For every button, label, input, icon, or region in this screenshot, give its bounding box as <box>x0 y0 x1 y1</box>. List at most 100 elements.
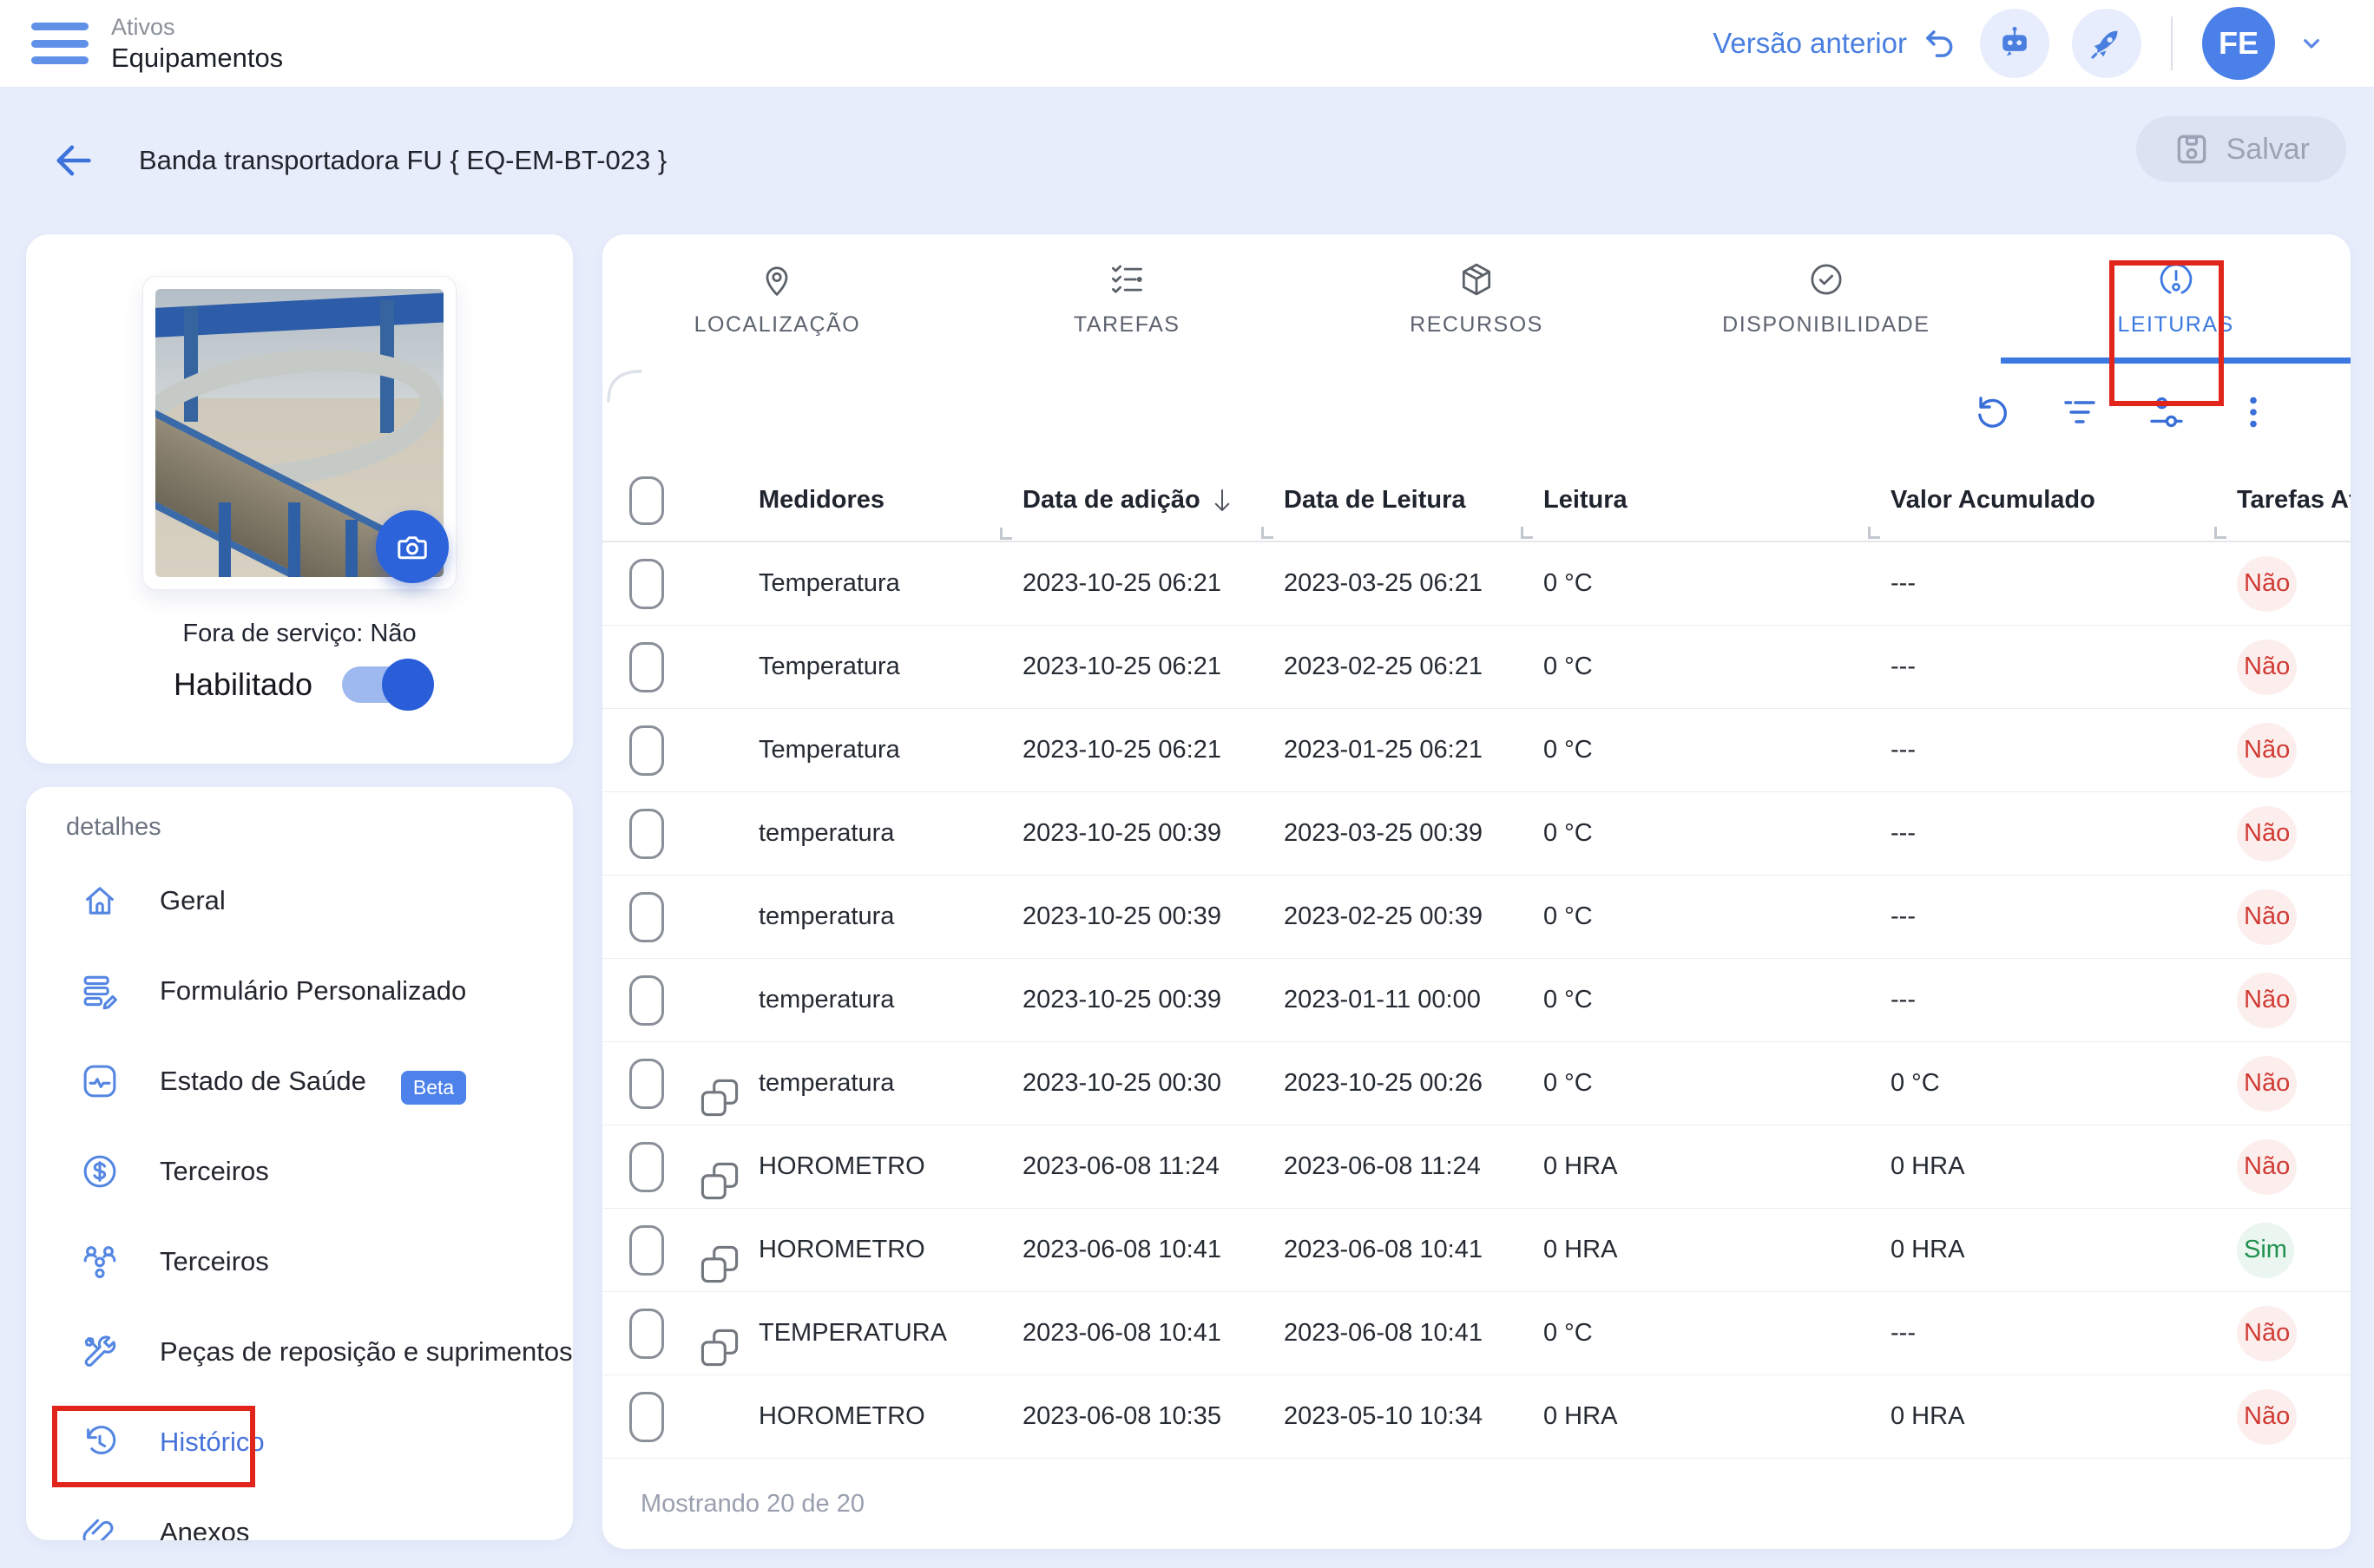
column-resize-handle[interactable] <box>1000 527 1012 540</box>
linked-meter-icon <box>698 1243 759 1286</box>
package-icon <box>1457 260 1496 299</box>
sidebar-item-pecas-de-reposicao[interactable]: Peças de reposição e suprimentos <box>26 1307 573 1397</box>
table-row[interactable]: Temperatura 2023-10-25 06:21 2023-03-25 06… <box>602 542 2351 626</box>
toggle-knob <box>382 659 435 711</box>
robot-icon <box>1995 23 2035 63</box>
table-footer: Mostrando 20 de 20 <box>602 1459 2351 1549</box>
tab-leituras[interactable]: LEITURAS <box>2001 234 2351 364</box>
health-icon <box>80 1061 120 1101</box>
top-bar: Ativos Equipamentos Versão anterior FE <box>0 0 2374 87</box>
divider <box>2171 16 2173 70</box>
sidebar-item-geral[interactable]: Geral <box>26 856 573 946</box>
linked-meter-icon <box>698 1076 759 1119</box>
linked-meter-icon <box>698 1326 759 1369</box>
column-header-tarefas[interactable]: Tarefas At <box>2214 486 2351 539</box>
asset-header-row: Banda transportadora FU { EQ-EM-BT-023 }… <box>0 87 2374 234</box>
table-row[interactable]: temperatura 2023-10-25 00:39 2023-01-11 00… <box>602 959 2351 1042</box>
sidebar-item-financeiro[interactable]: Terceiros <box>26 1126 573 1217</box>
row-checkbox[interactable] <box>629 725 664 776</box>
tab-tarefas[interactable]: TAREFAS <box>952 234 1302 364</box>
out-of-service-status: Fora de serviço: Não <box>182 620 417 647</box>
tab-disponibilidade[interactable]: DISPONIBILIDADE <box>1651 234 2001 364</box>
assistant-button[interactable] <box>1980 9 2049 78</box>
table-row[interactable]: temperatura 2023-10-25 00:39 2023-02-25 00… <box>602 876 2351 959</box>
check-circle-icon <box>1807 260 1845 299</box>
tab-recursos[interactable]: RECURSOS <box>1302 234 1652 364</box>
sidebar-item-estado-de-saude[interactable]: Estado de Saúde Beta <box>26 1036 573 1126</box>
sort-arrow-down-icon <box>1209 486 1235 515</box>
table-row[interactable]: HOROMETRO 2023-06-08 10:41 2023-06-08 10:4… <box>602 1209 2351 1292</box>
gauge-icon <box>2157 260 2195 299</box>
previous-version-link[interactable]: Versão anterior <box>1713 25 1957 62</box>
column-header-medidores[interactable]: Medidores <box>759 486 1023 515</box>
table-row[interactable]: HOROMETRO 2023-06-08 10:35 2023-05-10 10:3… <box>602 1375 2351 1459</box>
status-badge: Não <box>2237 889 2298 945</box>
column-resize-handle[interactable] <box>1868 527 1880 539</box>
hamburger-menu-icon[interactable] <box>31 21 89 66</box>
row-checkbox[interactable] <box>629 1058 664 1109</box>
sidebar-item-formulario-personalizado[interactable]: Formulário Personalizado <box>26 946 573 1036</box>
table-row[interactable]: temperatura 2023-10-25 00:39 2023-03-25 00… <box>602 792 2351 876</box>
status-badge: Não <box>2237 1388 2298 1445</box>
asset-detail-card: LOCALIZAÇÃO TAREFAS RECURSOS DISPONIBILI… <box>602 234 2351 1549</box>
status-badge: Não <box>2237 1138 2298 1195</box>
status-badge: Não <box>2237 639 2298 695</box>
kebab-menu-icon[interactable] <box>2233 391 2274 433</box>
save-button[interactable]: Salvar <box>2135 116 2346 182</box>
whats-new-button[interactable] <box>2072 9 2141 78</box>
table-row[interactable]: Temperatura 2023-10-25 06:21 2023-01-25 06… <box>602 709 2351 792</box>
sidebar-item-terceiros[interactable]: Terceiros <box>26 1217 573 1307</box>
chevron-down-icon[interactable] <box>2298 30 2325 57</box>
row-checkbox[interactable] <box>629 808 664 859</box>
asset-title: Banda transportadora FU { EQ-EM-BT-023 } <box>139 145 667 175</box>
back-button[interactable] <box>50 138 95 183</box>
enabled-toggle[interactable] <box>342 659 435 711</box>
column-resize-handle[interactable] <box>1261 527 1273 539</box>
history-icon <box>80 1422 120 1462</box>
change-photo-button[interactable] <box>376 510 449 583</box>
row-checkbox[interactable] <box>629 891 664 942</box>
enabled-label: Habilitado <box>173 666 313 702</box>
status-badge: Não <box>2237 972 2298 1028</box>
status-badge: Sim <box>2237 1222 2294 1278</box>
table-body: Temperatura 2023-10-25 06:21 2023-03-25 06… <box>602 542 2351 1459</box>
column-header-data-leitura[interactable]: Data de Leitura <box>1261 486 1543 539</box>
menu-section-label: detalhes <box>66 813 161 841</box>
sidebar-item-historico[interactable]: Histórico <box>26 1397 573 1487</box>
tab-localizacao[interactable]: LOCALIZAÇÃO <box>602 234 952 364</box>
select-all-checkbox[interactable] <box>629 476 664 525</box>
beta-badge: Beta <box>400 1070 467 1105</box>
column-header-valor-acumulado[interactable]: Valor Acumulado <box>1868 486 2237 539</box>
column-header-leitura[interactable]: Leitura <box>1521 486 1891 539</box>
row-checkbox[interactable] <box>629 1224 664 1276</box>
row-checkbox[interactable] <box>629 974 664 1026</box>
people-icon <box>80 1242 120 1282</box>
column-resize-handle[interactable] <box>2214 527 2226 539</box>
row-checkbox[interactable] <box>629 1308 664 1359</box>
sidebar-item-anexos[interactable]: Anexos <box>26 1487 573 1540</box>
status-badge: Não <box>2237 555 2298 612</box>
form-icon <box>80 971 120 1011</box>
table-row[interactable]: HOROMETRO 2023-06-08 11:24 2023-06-08 11:2… <box>602 1125 2351 1209</box>
refresh-icon[interactable] <box>1972 391 2014 433</box>
row-checkbox[interactable] <box>629 558 664 609</box>
status-badge: Não <box>2237 805 2298 862</box>
filter-icon[interactable] <box>2059 391 2101 433</box>
column-resize-handle[interactable] <box>1521 527 1533 539</box>
avatar[interactable]: FE <box>2202 7 2275 80</box>
floppy-icon <box>2173 130 2211 168</box>
table-row[interactable]: Temperatura 2023-10-25 06:21 2023-02-25 06… <box>602 626 2351 709</box>
row-checkbox[interactable] <box>629 1391 664 1442</box>
row-checkbox[interactable] <box>629 1141 664 1192</box>
camera-icon <box>394 528 431 565</box>
column-header-data-adicao[interactable]: Data de adição <box>1000 486 1284 540</box>
home-icon <box>80 881 120 921</box>
table-row[interactable]: TEMPERATURA 2023-06-08 10:41 2023-06-08 10… <box>602 1292 2351 1375</box>
table-row[interactable]: temperatura 2023-10-25 00:30 2023-10-25 00… <box>602 1042 2351 1125</box>
row-checkbox[interactable] <box>629 641 664 692</box>
tools-icon <box>80 1332 120 1372</box>
table-header: Medidores Data de adição Data de Leitura… <box>602 460 2351 542</box>
breadcrumb: Ativos <box>111 13 175 40</box>
corner-fold-decoration <box>607 370 642 403</box>
sliders-icon[interactable] <box>2146 391 2187 433</box>
